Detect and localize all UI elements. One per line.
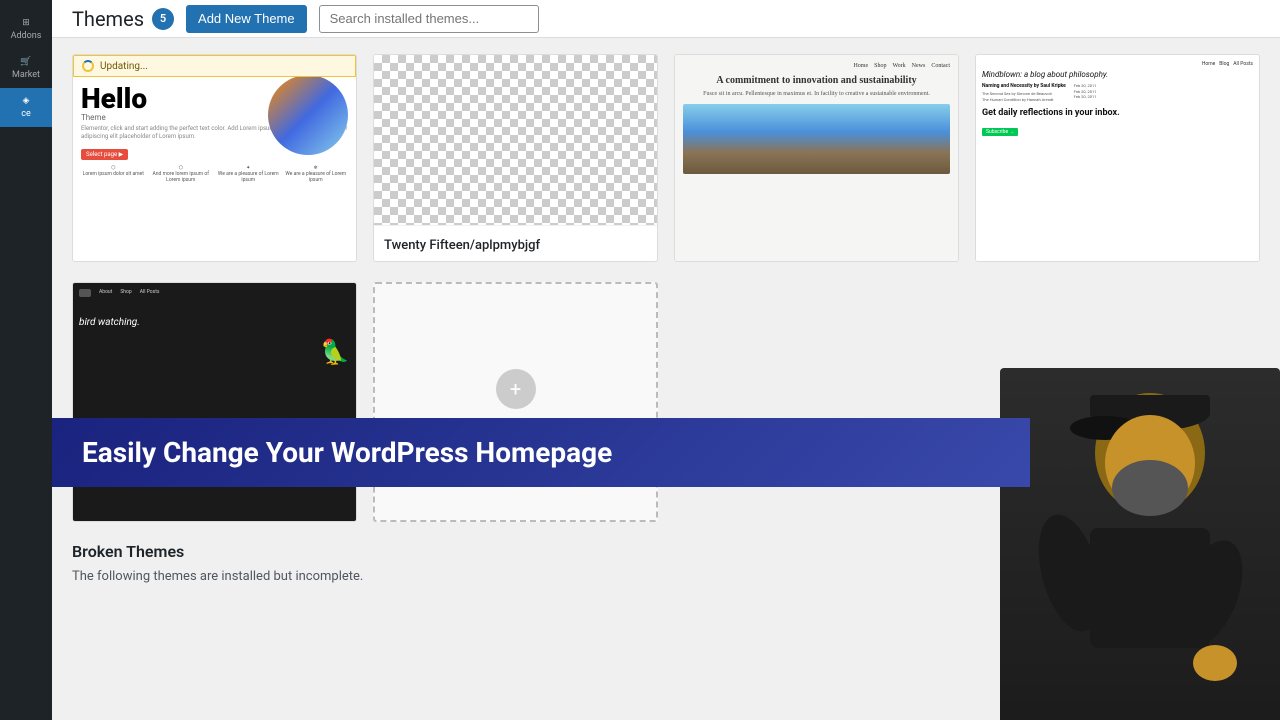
theme-card-twenty-fifteen[interactable]: Twenty Fifteen/aplpmybjgf: [373, 54, 658, 262]
hello-cta-btn: Select page ▶: [81, 149, 128, 160]
theme-count-badge: 5: [152, 8, 174, 30]
ttt-nav: HomeBlogAll Posts: [982, 61, 1253, 67]
addons-icon: ⊞: [22, 18, 30, 28]
twenty-twenty-four-preview: HomeShopWorkNewsContact A commitment to …: [675, 55, 958, 261]
theme-info-twenty-twenty-three: Twenty Twenty-Three: [976, 261, 1259, 262]
theme-card-twenty-twenty-three[interactable]: HomeBlogAll Posts Mindblown: a blog abou…: [975, 54, 1260, 262]
add-new-theme-button[interactable]: Add New Theme: [186, 5, 307, 33]
search-input[interactable]: [319, 5, 539, 33]
ttt-col-1: Naming and Necessity by Saul Kripke The …: [982, 83, 1070, 102]
theme-info-twenty-twenty-four: Twenty Twenty-Four: [675, 261, 958, 262]
page-header: Themes 5 Add New Theme: [52, 0, 1280, 38]
person-overlay: [1000, 368, 1280, 720]
add-theme-icon: +: [496, 369, 536, 409]
market-icon: 🛒: [20, 57, 31, 67]
hello-feature-2: ⬡And more lorem ipsum of Lorem ipsum: [149, 165, 214, 183]
sidebar-label-market: Market: [12, 70, 40, 80]
sidebar: ⊞ Addons 🛒 Market ◈ ce: [0, 0, 52, 720]
page-title-group: Themes 5: [72, 7, 174, 31]
person-svg: [1010, 373, 1270, 720]
active-row: Active: Hello Elementor Customize: [73, 261, 356, 262]
ttf-text: Fusce sit in arcu. Pellentesque in maxim…: [683, 90, 950, 98]
theme-card-twenty-twenty-four[interactable]: HomeShopWorkNewsContact A commitment to …: [674, 54, 959, 262]
person-silhouette: [1000, 368, 1280, 720]
sidebar-item-ce[interactable]: ◈ ce: [0, 88, 52, 127]
sidebar-label-ce: ce: [21, 109, 30, 119]
ttf-nav: HomeShopWorkNewsContact: [683, 63, 950, 69]
ttt-cols: Naming and Necessity by Saul Kripke The …: [982, 83, 1253, 102]
hello-feature-1: ⬡Lorem ipsum dolor sit amet: [81, 165, 146, 183]
twenty-twenty-three-preview: HomeBlogAll Posts Mindblown: a blog abou…: [976, 55, 1259, 261]
ttt-col-3: [1165, 83, 1253, 102]
main-content: Themes 5 Add New Theme Updating... Hello…: [52, 0, 1280, 720]
hello-features: ⬡Lorem ipsum dolor sit amet ⬡And more lo…: [81, 165, 348, 183]
theme-info-twenty-twenty-two: Twenty Twenty-Two: [73, 521, 356, 522]
themes-grid-row1: Updating... Hello Theme Elementor, click…: [72, 54, 1260, 262]
overlay-banner: Easily Change Your WordPress Homepage: [52, 418, 1030, 487]
hello-theme-preview: Updating... Hello Theme Elementor, click…: [73, 55, 356, 261]
ttf-title: A commitment to innovation and sustainab…: [683, 75, 950, 86]
theme-name-twenty-fifteen: Twenty Fifteen/aplpmybjgf: [384, 238, 540, 253]
ttf-building-image: [683, 104, 950, 174]
updating-text: Updating...: [100, 61, 148, 72]
page-title: Themes: [72, 7, 144, 31]
updating-spinner: [82, 60, 94, 72]
sidebar-label-addons: Addons: [11, 31, 42, 41]
overlay-banner-text: Easily Change Your WordPress Homepage: [82, 436, 612, 469]
hello-circle-image: [268, 75, 348, 155]
ttw-main-text: bird watching.: [79, 317, 350, 328]
ttw-bird-image: 🦜: [79, 338, 350, 366]
ttt-bottom: Get daily reflections in your inbox. Sub…: [982, 108, 1253, 137]
content-area: Updating... Hello Theme Elementor, click…: [52, 38, 1280, 720]
twenty-fifteen-preview: [374, 55, 657, 225]
ttt-col-2: Feb 20, 2011 Feb 20, 2011 Feb 20, 2011: [1074, 83, 1162, 102]
theme-info-twenty-fifteen: Twenty Fifteen/aplpmybjgf: [374, 225, 657, 261]
ttw-nav: AboutShopAll Posts: [79, 289, 350, 297]
sidebar-item-addons[interactable]: ⊞ Addons: [0, 10, 52, 49]
ce-icon: ◈: [23, 96, 30, 106]
sidebar-item-market[interactable]: 🛒 Market: [0, 49, 52, 88]
hello-feature-4: ❄We are a pleasure of Lorem ipsum: [284, 165, 349, 183]
theme-card-hello[interactable]: Updating... Hello Theme Elementor, click…: [72, 54, 357, 262]
updating-bar: Updating...: [73, 55, 356, 77]
ttt-heading: Mindblown: a blog about philosophy.: [982, 70, 1253, 79]
hello-feature-3: ✦We are a pleasure of Lorem ipsum: [216, 165, 281, 183]
